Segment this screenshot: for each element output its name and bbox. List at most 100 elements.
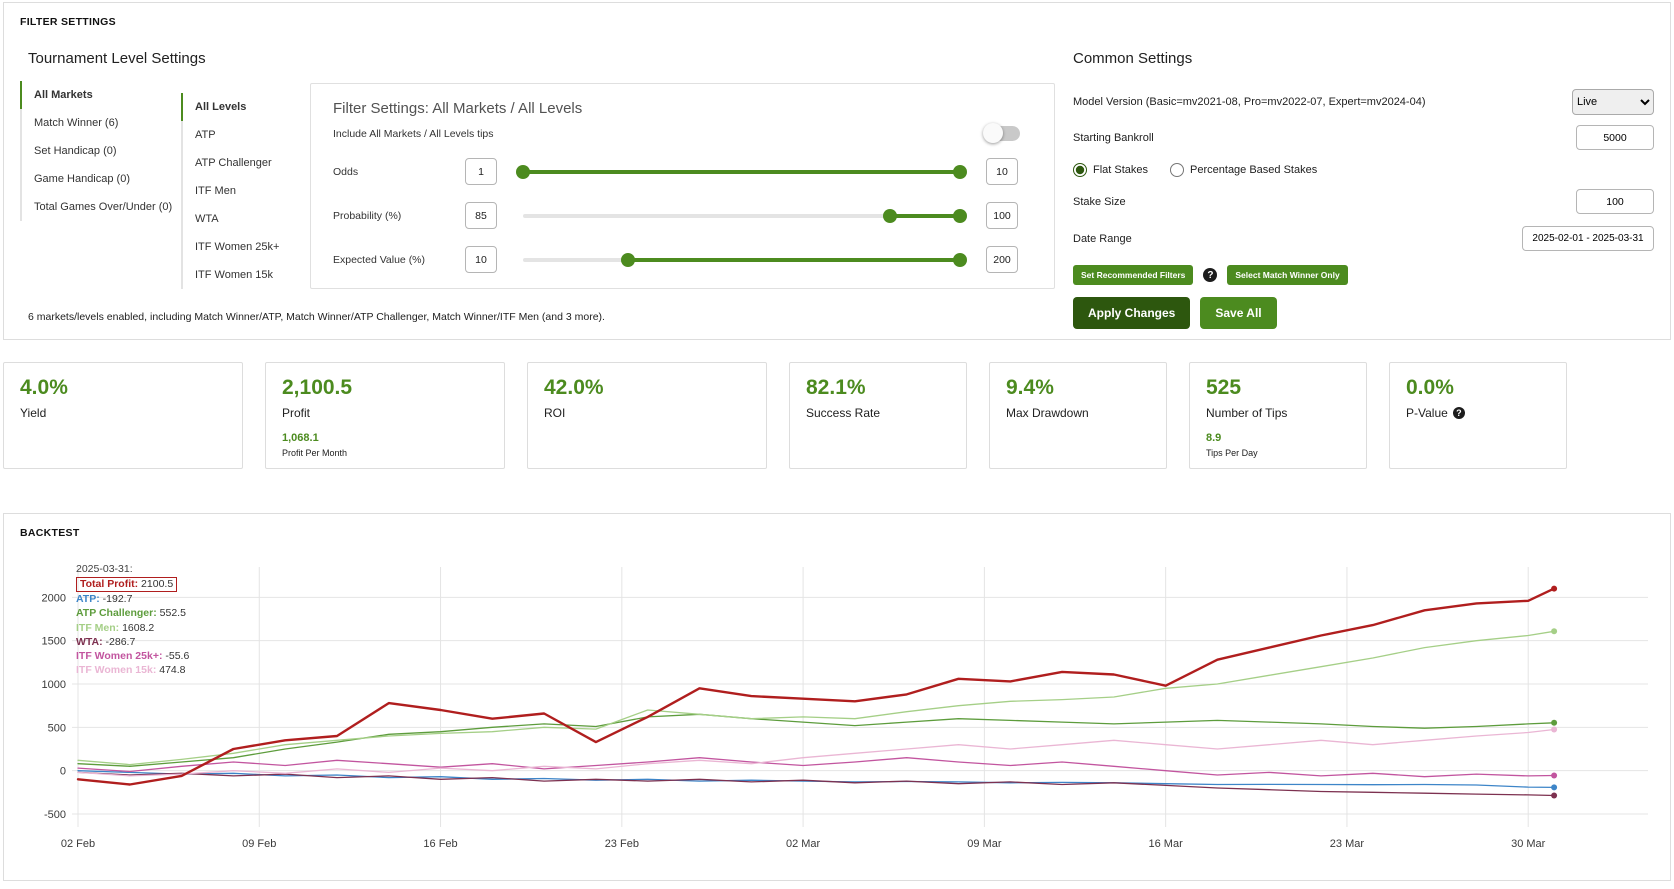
help-icon[interactable]: ? xyxy=(1203,268,1217,282)
max-drawdown-value: 9.4% xyxy=(1006,376,1150,400)
svg-text:02 Feb: 02 Feb xyxy=(61,838,95,850)
svg-text:2000: 2000 xyxy=(42,592,66,604)
tooltip-entry: ITF Women 15k: 474.8 xyxy=(76,664,189,677)
level-tabs: All Levels ATP ATP Challenger ITF Men WT… xyxy=(181,93,308,289)
tips-per-day-label: Tips Per Day xyxy=(1206,448,1350,458)
svg-text:23 Mar: 23 Mar xyxy=(1330,838,1365,850)
slider-fill xyxy=(890,214,960,218)
svg-text:1000: 1000 xyxy=(42,679,66,691)
tooltip-entry: WTA: -286.7 xyxy=(76,636,189,649)
svg-text:0: 0 xyxy=(60,766,66,778)
starting-bankroll-label: Starting Bankroll xyxy=(1073,132,1154,144)
flat-stakes-radio-input[interactable] xyxy=(1073,163,1087,177)
slider-handle-max[interactable] xyxy=(953,165,967,179)
date-range-label: Date Range xyxy=(1073,233,1132,245)
tab-game-handicap[interactable]: Game Handicap (0) xyxy=(20,165,181,193)
odds-slider[interactable] xyxy=(523,165,960,179)
tab-total-games[interactable]: Total Games Over/Under (0) xyxy=(20,193,181,221)
tooltip-entry: Total Profit: 2100.5 xyxy=(76,577,177,592)
flat-stakes-radio[interactable]: Flat Stakes xyxy=(1073,163,1148,177)
tab-itf-men[interactable]: ITF Men xyxy=(181,177,308,205)
markets-enabled-summary: 6 markets/levels enabled, including Matc… xyxy=(20,311,1055,323)
set-recommended-filters-button[interactable]: Set Recommended Filters xyxy=(1073,265,1193,285)
probability-max-input[interactable] xyxy=(986,202,1018,229)
percentage-stakes-radio[interactable]: Percentage Based Stakes xyxy=(1170,163,1317,177)
tooltip-entry: ATP Challenger: 552.5 xyxy=(76,607,189,620)
expected-value-slider[interactable] xyxy=(523,253,960,267)
svg-text:16 Mar: 16 Mar xyxy=(1149,838,1184,850)
slider-handle-min[interactable] xyxy=(883,209,897,223)
probability-slider-row: Probability (%) xyxy=(333,202,1032,229)
profit-per-month-label: Profit Per Month xyxy=(282,448,488,458)
roi-value: 42.0% xyxy=(544,376,750,400)
stake-type-radios: Flat Stakes Percentage Based Stakes xyxy=(1073,163,1654,177)
stat-card-yield: 4.0% Yield xyxy=(3,362,243,469)
svg-text:09 Feb: 09 Feb xyxy=(242,838,276,850)
slider-handle-min[interactable] xyxy=(516,165,530,179)
svg-text:-500: -500 xyxy=(44,809,66,821)
stat-card-profit: 2,100.5 Profit 1,068.1 Profit Per Month xyxy=(265,362,505,469)
market-tabs: All Markets Match Winner (6) Set Handica… xyxy=(20,81,181,289)
filter-settings-panel: FILTER SETTINGS Tournament Level Setting… xyxy=(3,2,1671,340)
probability-min-input[interactable] xyxy=(465,202,497,229)
tab-wta[interactable]: WTA xyxy=(181,205,308,233)
slider-fill xyxy=(523,170,960,174)
profit-value: 2,100.5 xyxy=(282,376,488,400)
number-of-tips-label: Number of Tips xyxy=(1206,406,1350,420)
tab-atp-challenger[interactable]: ATP Challenger xyxy=(181,149,308,177)
save-all-button[interactable]: Save All xyxy=(1200,297,1276,329)
p-value-help-icon[interactable]: ? xyxy=(1453,407,1465,419)
slider-handle-min[interactable] xyxy=(621,253,635,267)
date-range-input[interactable] xyxy=(1522,226,1654,251)
model-version-select[interactable]: Live xyxy=(1572,89,1654,115)
backtest-title: BACKTEST xyxy=(20,527,1654,539)
tab-set-handicap[interactable]: Set Handicap (0) xyxy=(20,137,181,165)
stake-size-input[interactable] xyxy=(1576,189,1654,214)
stake-size-label: Stake Size xyxy=(1073,196,1126,208)
p-value-label: P-Value xyxy=(1406,406,1448,420)
slider-handle-max[interactable] xyxy=(953,253,967,267)
percentage-stakes-radio-input[interactable] xyxy=(1170,163,1184,177)
stat-card-number-of-tips: 525 Number of Tips 8.9 Tips Per Day xyxy=(1189,362,1367,469)
slider-handle-max[interactable] xyxy=(953,209,967,223)
tab-itf-women-15k[interactable]: ITF Women 15k xyxy=(181,261,308,289)
expected-value-min-input[interactable] xyxy=(465,246,497,273)
filter-card-title: Filter Settings: All Markets / All Level… xyxy=(333,100,1032,117)
slider-fill xyxy=(628,258,960,262)
include-tips-label: Include All Markets / All Levels tips xyxy=(333,128,494,140)
starting-bankroll-input[interactable] xyxy=(1576,125,1654,150)
svg-text:30 Mar: 30 Mar xyxy=(1511,838,1546,850)
tab-all-levels[interactable]: All Levels xyxy=(181,93,308,121)
yield-label: Yield xyxy=(20,406,226,420)
svg-text:02 Mar: 02 Mar xyxy=(786,838,821,850)
tooltip-date: 2025-03-31: xyxy=(76,563,189,576)
stat-card-p-value: 0.0% P-Value ? xyxy=(1389,362,1567,469)
tab-match-winner[interactable]: Match Winner (6) xyxy=(20,109,181,137)
backtest-panel: BACKTEST -500050010001500200002 Feb09 Fe… xyxy=(3,513,1671,881)
odds-label: Odds xyxy=(333,166,451,178)
backtest-chart[interactable]: -500050010001500200002 Feb09 Feb16 Feb23… xyxy=(20,555,1660,857)
include-tips-toggle[interactable] xyxy=(984,126,1020,141)
expected-value-max-input[interactable] xyxy=(986,246,1018,273)
tab-atp[interactable]: ATP xyxy=(181,121,308,149)
tab-all-markets[interactable]: All Markets xyxy=(20,81,181,109)
odds-min-input[interactable] xyxy=(465,158,497,185)
odds-slider-row: Odds xyxy=(333,158,1032,185)
svg-text:09 Mar: 09 Mar xyxy=(967,838,1002,850)
chart-tooltip: 2025-03-31: Total Profit: 2100.5ATP: -19… xyxy=(76,563,189,677)
select-match-winner-only-button[interactable]: Select Match Winner Only xyxy=(1227,265,1347,285)
flat-stakes-label: Flat Stakes xyxy=(1093,164,1148,176)
stats-row: 4.0% Yield 2,100.5 Profit 1,068.1 Profit… xyxy=(3,362,1671,469)
tournament-settings-heading: Tournament Level Settings xyxy=(20,50,1055,67)
tournament-level-settings-section: Tournament Level Settings All Markets Ma… xyxy=(20,50,1055,329)
filter-settings-title: FILTER SETTINGS xyxy=(20,16,1654,28)
svg-text:16 Feb: 16 Feb xyxy=(423,838,457,850)
apply-changes-button[interactable]: Apply Changes xyxy=(1073,297,1190,329)
yield-value: 4.0% xyxy=(20,376,226,400)
tab-itf-women-25k[interactable]: ITF Women 25k+ xyxy=(181,233,308,261)
probability-slider[interactable] xyxy=(523,209,960,223)
percentage-stakes-label: Percentage Based Stakes xyxy=(1190,164,1317,176)
tooltip-entry: ITF Women 25k+: -55.6 xyxy=(76,650,189,663)
number-of-tips-value: 525 xyxy=(1206,376,1350,400)
odds-max-input[interactable] xyxy=(986,158,1018,185)
